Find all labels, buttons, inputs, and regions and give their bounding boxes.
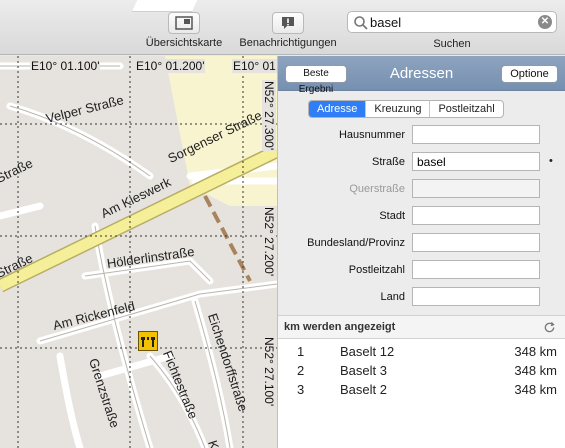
coord-label-e2: E10° 01.200'	[135, 59, 206, 73]
result-index: 1	[297, 344, 305, 359]
city-label: Stadt	[379, 210, 405, 222]
state-label: Bundesland/Provinz	[307, 237, 405, 249]
result-row[interactable]: 1 Baselt 12 348 km	[278, 342, 565, 361]
tab-intersection[interactable]: Kreuzung	[365, 101, 429, 117]
results-header: km werden angezeigt	[278, 315, 565, 339]
search-field[interactable]: ✕	[347, 11, 557, 33]
result-index: 2	[297, 363, 305, 378]
results-header-text: km werden angezeigt	[284, 321, 396, 333]
tab-address[interactable]: Adresse	[309, 101, 366, 117]
refresh-icon[interactable]	[543, 321, 556, 334]
house-number-label: Hausnummer	[338, 129, 405, 141]
panel-header: Beste Ergebni Adressen Optione	[278, 56, 565, 95]
map-view[interactable]: E10° 01.100' E10° 01.200' E10° 01. N52° …	[0, 56, 277, 448]
result-distance: 348 km	[514, 363, 557, 378]
result-row[interactable]: 3 Baselt 2 348 km	[278, 380, 565, 399]
overview-map-icon	[168, 12, 200, 34]
coord-label-n2: N52° 27.200'	[262, 206, 276, 278]
address-panel: Beste Ergebni Adressen Optione Adresse K…	[277, 56, 565, 448]
result-row[interactable]: 2 Baselt 3 348 km	[278, 361, 565, 380]
notifications-label: Benachrichtigungen	[239, 37, 337, 49]
street-field-label: Straße	[371, 156, 405, 168]
house-number-field[interactable]	[412, 125, 540, 144]
coord-label-n1: N52° 27.300'	[262, 80, 276, 152]
city-field[interactable]	[412, 206, 540, 225]
construction-icon[interactable]	[138, 331, 158, 351]
toolbar: Übersichtskarte Benachrichtigungen ✕ Suc…	[0, 0, 565, 55]
overview-map-label: Übersichtskarte	[145, 37, 223, 49]
address-type-tabs: Adresse Kreuzung Postleitzahl	[308, 100, 504, 118]
clear-search-icon[interactable]: ✕	[538, 15, 552, 29]
cross-street-field	[412, 179, 540, 198]
street-field[interactable]	[412, 152, 540, 171]
coord-label-e3: E10° 01.	[232, 59, 277, 73]
result-index: 3	[297, 382, 305, 397]
overview-map-button[interactable]: Übersichtskarte	[142, 12, 226, 49]
results-list: 1 Baselt 12 348 km 2 Baselt 3 348 km 3 B…	[278, 339, 565, 448]
search-label: Suchen	[433, 38, 471, 50]
postcode-field[interactable]	[412, 260, 540, 279]
tab-postcode[interactable]: Postleitzahl	[429, 101, 502, 117]
coord-label-e1: E10° 01.100'	[30, 59, 101, 73]
state-field[interactable]	[412, 233, 540, 252]
country-label: Land	[380, 291, 405, 303]
result-name: Baselt 12	[340, 344, 395, 359]
cross-street-label: Querstraße	[349, 183, 405, 195]
street-marker: •	[549, 155, 553, 167]
result-name: Baselt 2	[340, 382, 387, 397]
notifications-button[interactable]: Benachrichtigungen	[235, 12, 341, 49]
result-distance: 348 km	[514, 382, 557, 397]
result-distance: 348 km	[514, 344, 557, 359]
search-input[interactable]	[370, 14, 530, 31]
notification-icon	[272, 12, 304, 34]
result-name: Baselt 3	[340, 363, 387, 378]
window-decoration	[131, 0, 199, 12]
search-icon	[354, 16, 368, 30]
coord-label-n3: N52° 27.100'	[262, 336, 276, 408]
country-field[interactable]	[412, 287, 540, 306]
postcode-label: Postleitzahl	[348, 264, 405, 276]
options-button[interactable]: Optione	[501, 65, 558, 83]
